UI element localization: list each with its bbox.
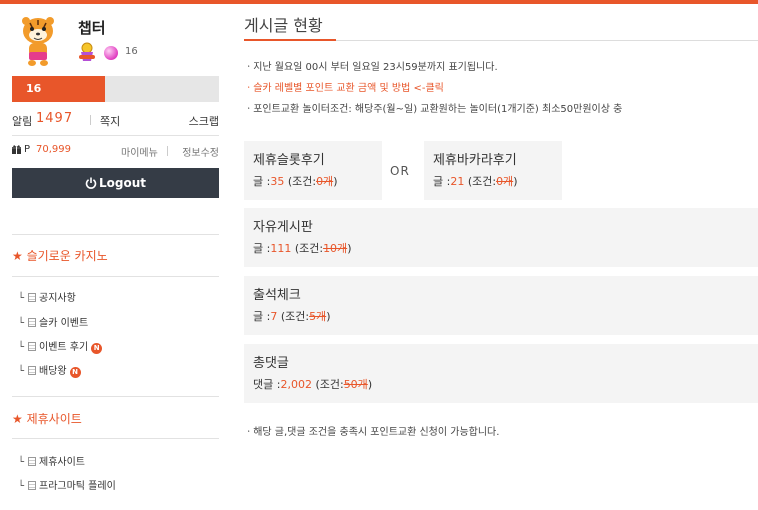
- document-icon: [28, 481, 36, 490]
- document-icon: [28, 366, 36, 375]
- tree-branch-icon: └: [18, 318, 25, 329]
- box-count-line: 댓글 :2,002 (조건:50개): [253, 378, 373, 391]
- stat-box-free-board: 자유게시판 글 :111 (조건:10개): [244, 208, 758, 267]
- divider: [167, 146, 168, 156]
- new-badge: N: [91, 343, 103, 354]
- point-value: 70,999: [36, 144, 71, 155]
- sidebar: 챕터 16 16 알림 1497 쪽지 스크랩 P 70,999 마이메뉴 정보: [12, 4, 219, 492]
- divider: [12, 135, 219, 136]
- title-divider-accent: [244, 39, 336, 41]
- box-count-line: 글 :7 (조건:5개): [253, 310, 331, 323]
- document-icon: [28, 342, 36, 351]
- tree-branch-icon: └: [18, 293, 25, 304]
- divider: [12, 234, 219, 235]
- gift-icon: [12, 145, 21, 154]
- stats-row: 알림 1497 쪽지 스크랩: [12, 107, 219, 131]
- box-count-line: 글 :111 (조건:10개): [253, 242, 352, 255]
- edit-info-link[interactable]: 정보수정: [182, 144, 219, 159]
- new-badge: N: [69, 367, 81, 378]
- alarm-count[interactable]: 1497: [36, 111, 73, 126]
- divider: [12, 276, 219, 277]
- my-menu-link[interactable]: 마이메뉴: [121, 144, 158, 159]
- section-title-partners: ★ 제휴사이트: [12, 412, 82, 426]
- gem-count: 16: [125, 46, 138, 57]
- sidebar-item-event[interactable]: └ 슬카 이벤트: [18, 317, 88, 331]
- section-title-casino: ★ 슬기로운 카지노: [12, 249, 108, 263]
- footer-note: ㆍ해당 글,댓글 조건을 충족시 포인트교환 신청이 가능합니다.: [244, 427, 500, 438]
- tree-branch-icon: └: [18, 457, 25, 468]
- box-title: 총댓글: [253, 356, 289, 371]
- level-progress-fill: 16: [12, 76, 106, 102]
- notice-period: ㆍ지난 월요일 00시 부터 일요일 23시59분까지 표기됩니다.: [244, 62, 498, 73]
- document-icon: [28, 293, 36, 302]
- document-icon: [28, 457, 36, 466]
- box-count-line: 글 :21 (조건:0개): [433, 175, 518, 188]
- sidebar-item-notice[interactable]: └ 공지사항: [18, 292, 76, 306]
- divider: [90, 115, 91, 125]
- box-count-line: 글 :35 (조건:0개): [253, 175, 338, 188]
- page-title: 게시글 현황: [244, 16, 323, 35]
- box-title: 자유게시판: [253, 220, 313, 235]
- scrap-link[interactable]: 스크랩: [189, 113, 219, 129]
- stat-box-baccarat-review: 제휴바카라후기 글 :21 (조건:0개): [424, 141, 562, 200]
- stat-box-total-comments: 총댓글 댓글 :2,002 (조건:50개): [244, 344, 758, 403]
- level-number: 16: [26, 82, 42, 95]
- username: 챕터: [78, 19, 106, 37]
- divider: [12, 396, 219, 397]
- box-title: 출석체크: [253, 288, 301, 303]
- sidebar-item-dividend-king[interactable]: └ 배당왕 N: [18, 365, 81, 379]
- box-title: 제휴바카라후기: [433, 153, 517, 168]
- power-icon: [85, 177, 97, 189]
- stat-box-slot-review: 제휴슬롯후기 글 :35 (조건:0개): [244, 141, 382, 200]
- divider: [12, 438, 219, 439]
- sidebar-item-event-review[interactable]: └ 이벤트 후기 N: [18, 341, 103, 355]
- profile-panel: 챕터 16: [12, 4, 219, 76]
- document-icon: [28, 318, 36, 327]
- tree-branch-icon: └: [18, 342, 25, 353]
- tree-branch-icon: └: [18, 481, 25, 492]
- logout-button[interactable]: Logout: [12, 168, 219, 198]
- or-label: OR: [390, 164, 410, 178]
- point-row: P 70,999 마이메뉴 정보수정: [12, 143, 219, 159]
- level-badge-icon: [79, 42, 95, 61]
- sidebar-item-pragmatic-play[interactable]: └ 프라그마틱 플레이: [18, 480, 116, 494]
- memo-link[interactable]: 쪽지: [100, 113, 120, 129]
- notice-level-exchange-link[interactable]: ㆍ슬카 레벨별 포인트 교환 금액 및 방법 <-클릭: [244, 79, 444, 94]
- notice-exchange-condition: ㆍ포인트교환 놀이터조건: 해당주(월~일) 교환원하는 놀이터(1개기준) 최…: [244, 104, 623, 115]
- sidebar-item-partner-site[interactable]: └ 제휴사이트: [18, 456, 85, 470]
- box-title: 제휴슬롯후기: [253, 153, 325, 168]
- point-label: P: [24, 144, 31, 155]
- tree-branch-icon: └: [18, 366, 25, 377]
- alarm-label[interactable]: 알림: [12, 113, 32, 129]
- gem-icon: [104, 46, 118, 60]
- tiger-mascot-icon: [22, 17, 54, 66]
- logout-label: Logout: [98, 176, 146, 190]
- level-progress-bar: 16: [12, 76, 219, 102]
- stat-box-attendance: 출석체크 글 :7 (조건:5개): [244, 276, 758, 335]
